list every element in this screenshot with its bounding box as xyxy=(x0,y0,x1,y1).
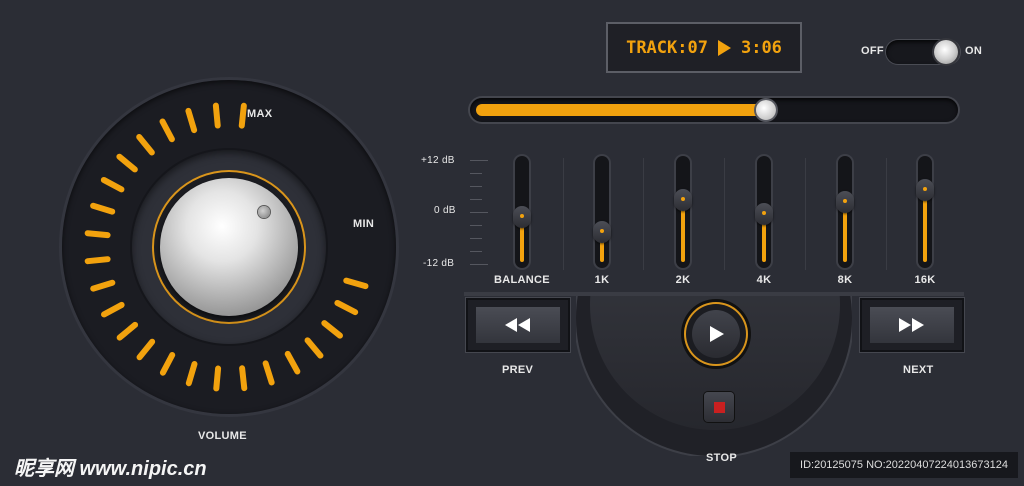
eq-label-4k: 4K xyxy=(756,274,772,286)
eq-slider-8k[interactable] xyxy=(836,156,854,268)
volume-tick xyxy=(90,279,116,292)
volume-tick xyxy=(213,365,222,392)
volume-tick xyxy=(90,202,116,215)
eq-label-balance: BALANCE xyxy=(494,274,550,286)
prev-button[interactable] xyxy=(466,298,570,352)
next-button[interactable] xyxy=(860,298,964,352)
prev-button-face xyxy=(476,307,560,343)
play-button-face[interactable] xyxy=(692,310,740,358)
eq-slider-thumb[interactable] xyxy=(674,189,692,211)
eq-scale-tick xyxy=(470,264,488,265)
track-number: TRACK:07 xyxy=(626,37,708,58)
stop-button[interactable] xyxy=(704,392,734,422)
volume-tick xyxy=(159,351,176,376)
eq-scale-mid: 0 dB xyxy=(434,205,456,216)
eq-separator xyxy=(724,158,725,270)
eq-scale-tick xyxy=(470,199,482,200)
watermark-site: 昵享网 www.nipic.cn xyxy=(14,458,207,480)
eq-label-8k: 8K xyxy=(837,274,853,286)
eq-slider-4k[interactable] xyxy=(755,156,773,268)
track-display: TRACK:07 3:06 xyxy=(606,22,802,73)
volume-tick xyxy=(159,118,175,143)
eq-scale-tick xyxy=(470,173,482,174)
power-toggle-knob[interactable] xyxy=(934,40,958,64)
eq-slider-1k[interactable] xyxy=(593,156,611,268)
volume-tick xyxy=(343,277,369,290)
eq-scale-tick xyxy=(470,225,482,226)
volume-tick xyxy=(100,176,125,193)
progress-fill xyxy=(476,104,767,116)
eq-separator xyxy=(805,158,806,270)
next-button-face xyxy=(870,307,954,343)
stop-label: STOP xyxy=(706,452,737,464)
eq-scale-top: +12 dB xyxy=(421,155,455,166)
volume-tick xyxy=(84,230,111,239)
next-label: NEXT xyxy=(903,364,934,376)
volume-tick xyxy=(212,102,221,129)
eq-scale-tick xyxy=(470,160,488,161)
eq-scale-bottom: -12 dB xyxy=(423,258,455,269)
rewind-icon xyxy=(505,318,530,332)
volume-tick xyxy=(321,320,343,339)
eq-separator xyxy=(643,158,644,270)
eq-scale-tick xyxy=(470,212,488,213)
volume-tick xyxy=(136,338,156,361)
volume-tick xyxy=(304,337,324,359)
volume-tick xyxy=(334,299,359,316)
volume-tick xyxy=(116,153,138,173)
stop-icon xyxy=(713,401,725,413)
eq-scale-tick xyxy=(470,186,482,187)
volume-label: VOLUME xyxy=(198,430,247,442)
eq-slider-thumb[interactable] xyxy=(755,203,773,225)
eq-label-16k: 16K xyxy=(914,274,936,286)
volume-tick xyxy=(185,107,198,134)
volume-tick xyxy=(284,350,301,375)
play-icon xyxy=(717,39,731,56)
eq-slider-16k[interactable] xyxy=(916,156,934,268)
volume-tick xyxy=(185,361,198,387)
volume-tick xyxy=(239,365,248,392)
track-time: 3:06 xyxy=(740,37,782,58)
transport-divider xyxy=(464,292,964,296)
eq-slider-2k[interactable] xyxy=(674,156,692,268)
eq-slider-thumb[interactable] xyxy=(513,206,531,228)
volume-max-label: MAX xyxy=(247,108,273,120)
toggle-off-label: OFF xyxy=(861,45,884,57)
volume-tick xyxy=(101,301,125,318)
volume-tick xyxy=(136,133,155,156)
volume-tick xyxy=(238,102,247,129)
volume-knob[interactable] xyxy=(160,178,298,316)
eq-separator xyxy=(886,158,887,270)
eq-slider-thumb[interactable] xyxy=(916,179,934,201)
volume-min-label: MIN xyxy=(353,218,375,230)
prev-label: PREV xyxy=(502,364,534,376)
eq-slider-thumb[interactable] xyxy=(836,191,854,213)
volume-tick xyxy=(116,321,139,341)
eq-slider-balance[interactable] xyxy=(513,156,531,268)
eq-slider-thumb[interactable] xyxy=(593,221,611,243)
eq-label-1k: 1K xyxy=(594,274,610,286)
eq-scale-tick xyxy=(470,238,482,239)
eq-scale-tick xyxy=(470,251,482,252)
volume-tick xyxy=(262,360,275,386)
fast-forward-icon xyxy=(899,318,924,332)
watermark-id: ID:20125075 NO:20220407224013673124 xyxy=(790,452,1018,478)
toggle-on-label: ON xyxy=(965,45,983,57)
play-icon xyxy=(710,326,724,342)
eq-label-2k: 2K xyxy=(675,274,691,286)
eq-separator xyxy=(563,158,564,270)
volume-tick xyxy=(84,256,111,265)
volume-knob-indicator xyxy=(258,206,270,218)
